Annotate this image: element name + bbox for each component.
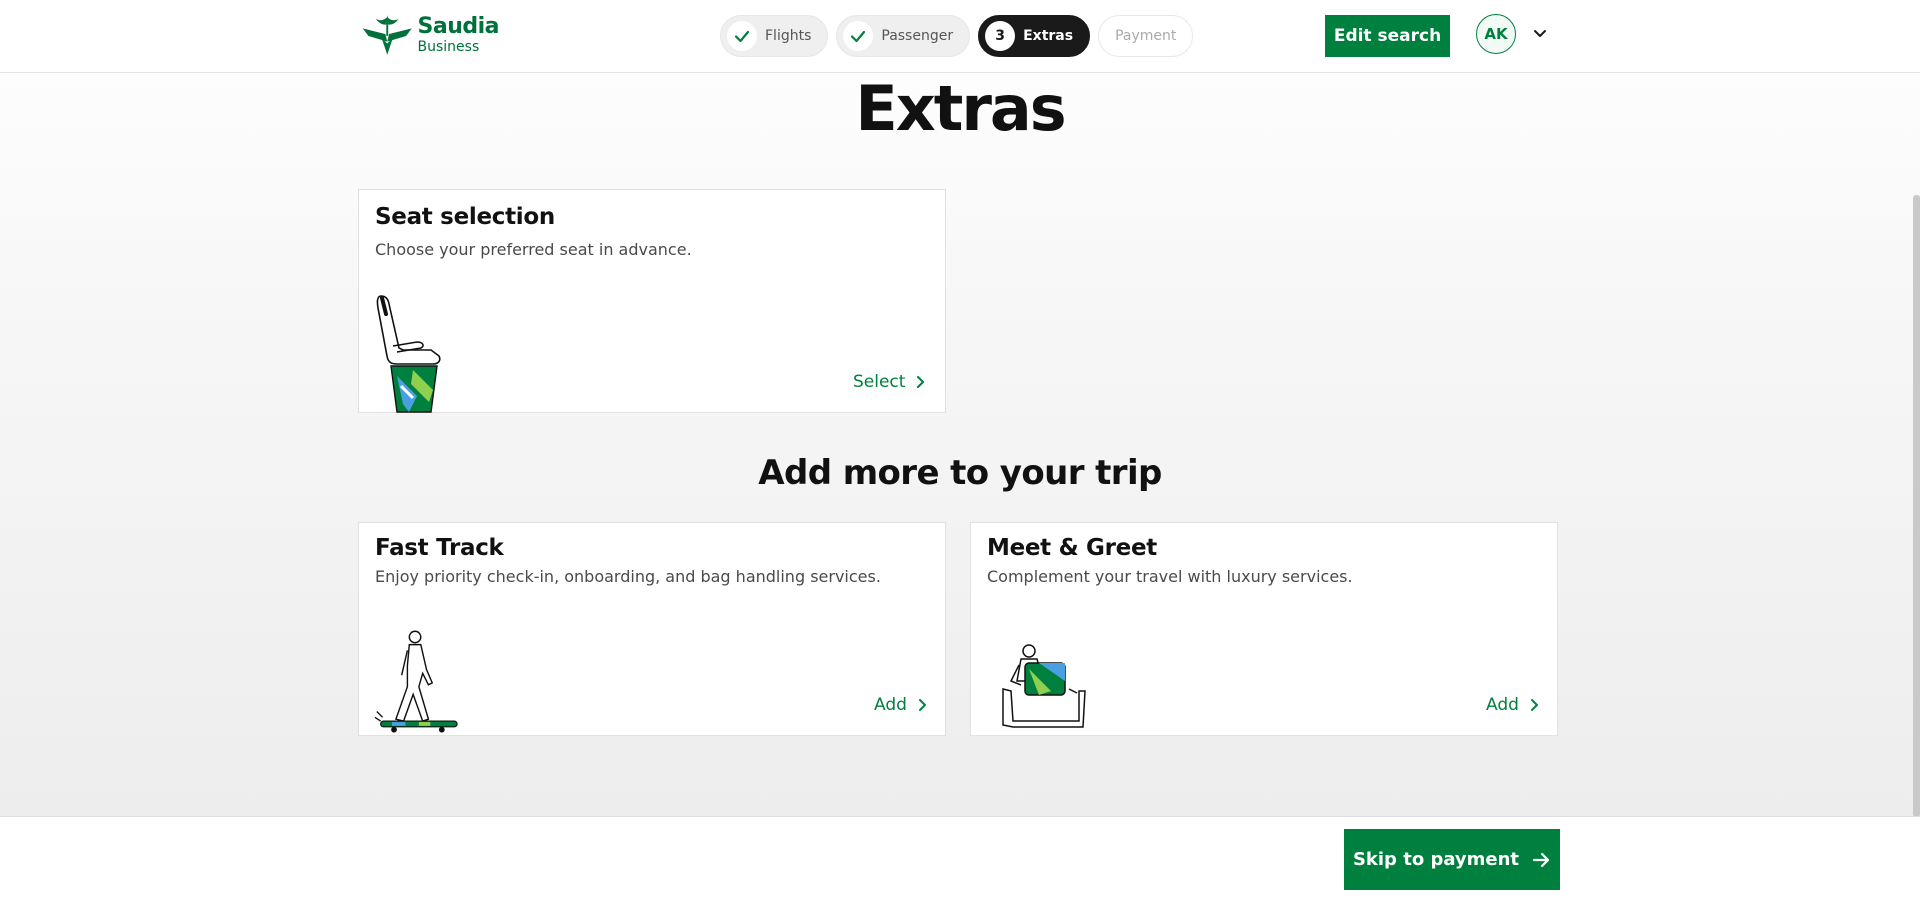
select-seat-link[interactable]: Select [853,372,927,392]
skip-to-payment-button[interactable]: Skip to payment [1344,829,1560,890]
card-description: Enjoy priority check-in, onboarding, and… [375,567,881,586]
meet-greet-card[interactable]: Meet & Greet Complement your travel with… [970,522,1558,736]
seat-selection-card[interactable]: Seat selection Choose your preferred sea… [358,189,946,413]
card-description: Choose your preferred seat in advance. [375,240,692,259]
card-description: Complement your travel with luxury servi… [987,567,1353,586]
step-extras[interactable]: 3 Extras [978,15,1091,57]
top-header: Saudia Business Flights Passenger 3 Extr… [0,0,1920,73]
page-scrollbar[interactable] [1913,195,1920,817]
logo-brand-text: Saudia [417,14,500,39]
arrow-right-icon [1532,852,1550,867]
step-number: 3 [985,21,1016,51]
saudia-palm-logo-icon [362,15,412,55]
step-label: Flights [765,28,812,44]
saudia-business-logo[interactable]: Saudia Business [359,12,499,58]
step-payment[interactable]: Payment [1098,15,1194,57]
add-fast-track-link[interactable]: Add [874,695,929,715]
step-label: Payment [1115,28,1177,44]
step-label: Passenger [881,28,954,44]
airline-seat-illustration [376,295,441,413]
user-avatar[interactable]: AK [1476,14,1516,54]
chevron-right-icon [918,699,926,711]
fast-track-walker-illustration [374,630,458,733]
edit-search-button[interactable]: Edit search [1325,15,1450,57]
action-label: Add [1486,695,1519,715]
card-title: Seat selection [375,204,555,230]
fast-track-card[interactable]: Fast Track Enjoy priority check-in, onbo… [358,522,946,736]
chevron-right-icon [917,376,925,388]
meet-greet-host-illustration [1002,644,1086,728]
step-label: Extras [1023,28,1074,44]
step-flights[interactable]: Flights [720,15,829,57]
page-title: Extras [855,72,1066,145]
check-icon [727,21,757,51]
section-title: Add more to your trip [758,453,1162,493]
chevron-down-icon[interactable] [1532,25,1548,41]
booking-stepper: Flights Passenger 3 Extras Payment [720,15,1194,57]
action-label: Add [874,695,907,715]
step-passenger[interactable]: Passenger [836,15,971,57]
logo-sub-text: Business [417,39,480,55]
card-title: Fast Track [375,535,504,561]
action-label: Select [853,372,906,392]
skip-label: Skip to payment [1352,849,1520,870]
chevron-right-icon [1530,699,1538,711]
card-title: Meet & Greet [987,535,1157,561]
footer-bar: Skip to payment [0,816,1920,901]
check-icon [843,21,874,51]
add-meet-greet-link[interactable]: Add [1486,695,1541,715]
